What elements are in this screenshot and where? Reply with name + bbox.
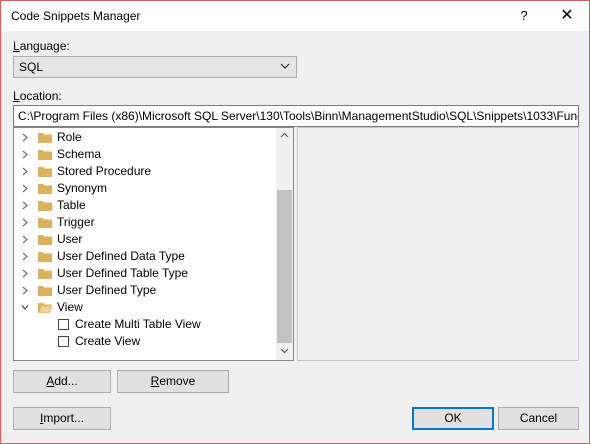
tree-item-label: Table <box>57 198 86 212</box>
tree-scrollbar[interactable] <box>276 128 293 360</box>
snippet-icon <box>58 336 69 347</box>
ok-button[interactable]: OK <box>412 407 494 430</box>
tree-item-label: User Defined Type <box>57 283 157 297</box>
folder-icon <box>38 235 52 245</box>
chevron-right-icon[interactable] <box>21 167 29 176</box>
snippet-item-create-view[interactable]: Create View <box>14 333 278 350</box>
scroll-down-icon[interactable] <box>280 348 289 354</box>
location-path: C:\Program Files (x86)\Microsoft SQL Ser… <box>18 109 579 123</box>
title-bar: Code Snippets Manager ? ✕ <box>1 1 589 31</box>
chevron-right-icon[interactable] <box>21 286 29 295</box>
folder-icon <box>38 201 52 211</box>
tree-item-stored-procedure[interactable]: Stored Procedure <box>14 163 278 180</box>
folder-icon <box>38 218 52 228</box>
code-snippets-manager-window: Code Snippets Manager ? ✕ Language: SQL … <box>0 0 590 444</box>
chevron-right-icon[interactable] <box>21 150 29 159</box>
snippet-label: Create Multi Table View <box>75 317 201 331</box>
help-button[interactable]: ? <box>501 1 547 31</box>
scroll-up-icon[interactable] <box>280 132 289 138</box>
language-label-text: anguage: <box>19 39 70 53</box>
snippet-item-create-multi-table-view[interactable]: Create Multi Table View <box>14 316 278 333</box>
tree-item-view[interactable]: View <box>14 299 278 316</box>
tree-item-label: Synonym <box>57 181 108 195</box>
remove-button-accel: R <box>150 374 160 388</box>
snippet-details-panel <box>297 127 579 361</box>
chevron-right-icon[interactable] <box>21 218 29 227</box>
chevron-right-icon[interactable] <box>21 269 29 278</box>
tree-item-user-defined-table-type[interactable]: User Defined Table Type <box>14 265 278 282</box>
tree-item-label: User <box>57 232 83 246</box>
folder-icon <box>38 133 52 143</box>
chevron-right-icon[interactable] <box>21 184 29 193</box>
location-label: Location: <box>13 89 62 103</box>
chevron-right-icon[interactable] <box>21 201 29 210</box>
folder-icon <box>38 184 52 194</box>
tree-item-label: View <box>57 300 83 314</box>
import-button-label: mport... <box>43 411 85 425</box>
snippet-icon <box>58 319 69 330</box>
tree-item-label: Schema <box>57 147 102 161</box>
remove-button[interactable]: Remove <box>117 370 229 393</box>
add-button-label: dd... <box>54 374 78 388</box>
tree-item-user[interactable]: User <box>14 231 278 248</box>
location-label-accel: L <box>13 89 20 103</box>
tree-item-label: User Defined Data Type <box>57 249 185 263</box>
language-label-accel: L <box>13 39 20 53</box>
chevron-down-icon <box>280 63 290 69</box>
folder-icon <box>38 150 52 160</box>
tree-item-user-defined-data-type[interactable]: User Defined Data Type <box>14 248 278 265</box>
chevron-right-icon[interactable] <box>21 133 29 142</box>
tree-item-label: Role <box>57 130 82 144</box>
close-button[interactable]: ✕ <box>544 1 590 31</box>
folder-open-icon <box>38 303 52 313</box>
scrollbar-thumb[interactable] <box>277 190 292 343</box>
tree-item-role[interactable]: Role <box>14 129 278 146</box>
folder-icon <box>38 286 52 296</box>
language-label: Language: <box>13 39 70 53</box>
remove-button-label: emove <box>159 374 196 388</box>
chevron-down-icon[interactable] <box>21 303 29 312</box>
tree-item-label: Stored Procedure <box>57 164 152 178</box>
tree-item-schema[interactable]: Schema <box>14 146 278 163</box>
tree-item-table[interactable]: Table <box>14 197 278 214</box>
cancel-button[interactable]: Cancel <box>498 407 579 430</box>
language-selected-value: SQL <box>19 60 44 74</box>
location-field[interactable]: C:\Program Files (x86)\Microsoft SQL Ser… <box>13 105 579 127</box>
tree-item-label: Trigger <box>57 215 95 229</box>
tree-item-label: User Defined Table Type <box>57 266 188 280</box>
location-label-text: ocation: <box>19 89 62 103</box>
import-button[interactable]: Import... <box>13 407 111 430</box>
language-dropdown[interactable]: SQL <box>13 56 297 78</box>
folder-icon <box>38 167 52 177</box>
tree-item-synonym[interactable]: Synonym <box>14 180 278 197</box>
window-title: Code Snippets Manager <box>11 9 141 23</box>
folder-icon <box>38 269 52 279</box>
tree-item-user-defined-type[interactable]: User Defined Type <box>14 282 278 299</box>
tree-item-trigger[interactable]: Trigger <box>14 214 278 231</box>
snippet-label: Create View <box>75 334 141 348</box>
folder-icon <box>38 252 52 262</box>
chevron-right-icon[interactable] <box>21 252 29 261</box>
chevron-right-icon[interactable] <box>21 235 29 244</box>
add-button[interactable]: Add... <box>13 370 111 393</box>
snippet-tree[interactable]: Role Schema Stored Procedure Synonym Tab… <box>13 127 294 361</box>
